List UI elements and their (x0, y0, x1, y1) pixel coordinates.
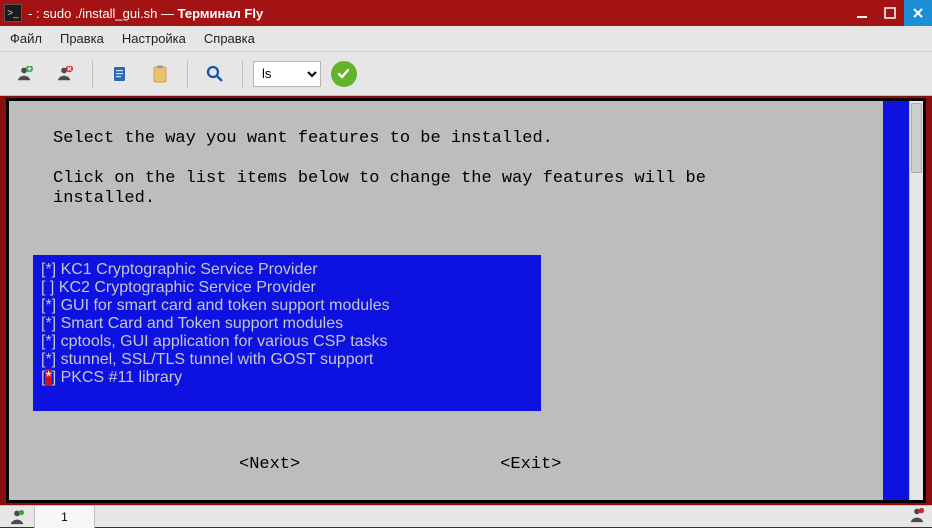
minimize-button[interactable] (848, 0, 876, 26)
tui-right-border (883, 101, 909, 500)
search-button[interactable] (198, 59, 232, 89)
selected-mark: * (45, 369, 51, 386)
list-item[interactable]: [ ] KC2 Cryptographic Service Provider (41, 279, 527, 297)
window-title-app: Терминал Fly (178, 6, 264, 21)
list-item[interactable]: [*] cptools, GUI application for various… (41, 333, 527, 351)
check-icon (337, 67, 351, 81)
maximize-button[interactable] (876, 0, 904, 26)
terminal-icon: >_ (4, 4, 22, 22)
run-button[interactable] (331, 61, 357, 87)
terminal-tab-1[interactable]: 1 (35, 506, 95, 528)
close-icon (912, 7, 924, 19)
list-item[interactable]: [*] PKCS #11 library (41, 369, 527, 387)
clipboard-icon (150, 64, 170, 84)
tui-line-3: installed. (53, 189, 155, 208)
menu-settings[interactable]: Настройка (122, 31, 186, 46)
window-title: - : sudo ./install_gui.sh — Терминал Fly (28, 6, 263, 21)
close-button[interactable] (904, 0, 932, 26)
list-item[interactable]: [*] stunnel, SSL/TLS tunnel with GOST su… (41, 351, 527, 369)
terminal-viewport[interactable]: Select the way you want features to be i… (9, 101, 883, 500)
tui-line-2: Click on the list items below to change … (53, 169, 706, 188)
feature-list: [*] KC1 Cryptographic Service Provider [… (33, 255, 541, 411)
tab-number: 1 (61, 510, 68, 524)
toolbar: ls (0, 52, 932, 96)
paste-button[interactable] (143, 59, 177, 89)
list-item[interactable]: [*] KC1 Cryptographic Service Provider (41, 261, 527, 279)
search-icon (205, 64, 225, 84)
status-user-icon-left[interactable] (0, 506, 35, 528)
person-x-icon (56, 66, 74, 82)
list-item[interactable]: [*] Smart Card and Token support modules (41, 315, 527, 333)
toolbar-separator-3 (242, 60, 243, 88)
tui-text: Select the way you want features to be i… (9, 101, 883, 237)
person-alert-icon (908, 507, 926, 523)
status-bar: 1 (0, 505, 932, 527)
menu-edit[interactable]: Правка (60, 31, 104, 46)
command-select[interactable]: ls (253, 61, 321, 87)
remove-user-button[interactable] (48, 59, 82, 89)
person-icon (8, 509, 26, 525)
window-title-prefix: - : sudo ./install_gui.sh — (28, 6, 178, 21)
terminal-scrollbar[interactable] (909, 101, 923, 500)
menu-file[interactable]: Файл (10, 31, 42, 46)
window-titlebar: >_ - : sudo ./install_gui.sh — Терминал … (0, 0, 932, 26)
window-controls (848, 0, 932, 26)
exit-button[interactable]: <Exit> (500, 455, 561, 474)
scrollbar-thumb[interactable] (911, 103, 922, 173)
add-user-button[interactable] (8, 59, 42, 89)
menu-help[interactable]: Справка (204, 31, 255, 46)
maximize-icon (884, 7, 896, 19)
terminal-area: Select the way you want features to be i… (6, 98, 926, 503)
toolbar-separator (92, 60, 93, 88)
person-plus-icon (16, 66, 34, 82)
tui-line-1: Select the way you want features to be i… (53, 129, 553, 148)
minimize-icon (856, 7, 868, 19)
tui-nav: <Next> <Exit> (9, 455, 883, 474)
toolbar-separator-2 (187, 60, 188, 88)
list-item[interactable]: [*] GUI for smart card and token support… (41, 297, 527, 315)
next-button[interactable]: <Next> (239, 455, 300, 474)
status-user-icon-right[interactable] (908, 507, 932, 526)
copy-button[interactable] (103, 59, 137, 89)
copy-icon (110, 64, 130, 84)
menu-bar: Файл Правка Настройка Справка (0, 26, 932, 52)
